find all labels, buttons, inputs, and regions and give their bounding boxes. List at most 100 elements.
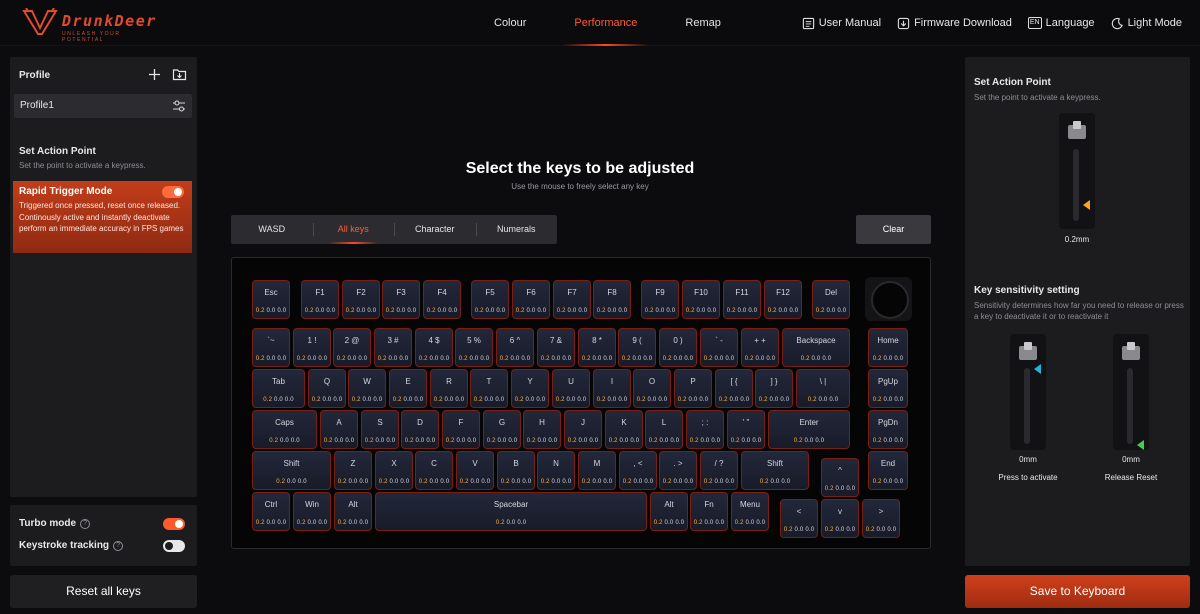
key[interactable]: Shift 0.2 0.0 0.0 bbox=[252, 451, 331, 490]
filter-wasd[interactable]: WASD bbox=[231, 215, 313, 244]
key[interactable]: O 0.2 0.0 0.0 bbox=[633, 369, 671, 408]
brand-logo[interactable]: DrunkDeer UNLEASH YOUR POTENTIAL bbox=[22, 8, 155, 43]
filter-numerals[interactable]: Numerals bbox=[475, 215, 558, 244]
press-sensitivity-track[interactable] bbox=[1024, 368, 1030, 444]
key[interactable]: Spacebar 0.2 0.0 0.0 bbox=[375, 492, 647, 531]
key[interactable]: F2 0.2 0.0 0.0 bbox=[342, 280, 380, 319]
key[interactable]: 1 ! 0.2 0.0 0.0 bbox=[293, 328, 331, 367]
release-sensitivity-track[interactable] bbox=[1127, 368, 1133, 444]
key[interactable]: F11 0.2 0.0 0.0 bbox=[723, 280, 761, 319]
key[interactable]: . > 0.2 0.0 0.0 bbox=[659, 451, 697, 490]
tab-remap[interactable]: Remap bbox=[661, 0, 744, 46]
action-point-slider[interactable] bbox=[1059, 113, 1095, 229]
clear-selection-button[interactable]: Clear bbox=[856, 215, 931, 244]
key[interactable]: Y 0.2 0.0 0.0 bbox=[511, 369, 549, 408]
key[interactable]: Home 0.2 0.0 0.0 bbox=[868, 328, 908, 367]
key[interactable]: F4 0.2 0.0 0.0 bbox=[423, 280, 461, 319]
firmware-download-link[interactable]: Firmware Download bbox=[897, 17, 1012, 30]
key[interactable]: + + 0.2 0.0 0.0 bbox=[741, 328, 779, 367]
key[interactable]: Ctrl 0.2 0.0 0.0 bbox=[252, 492, 290, 531]
language-selector[interactable]: EN Language bbox=[1027, 17, 1095, 29]
press-sensitivity-slider[interactable] bbox=[1010, 334, 1046, 450]
reset-all-keys-button[interactable]: Reset all keys bbox=[10, 575, 197, 608]
key[interactable]: F6 0.2 0.0 0.0 bbox=[512, 280, 550, 319]
user-manual-link[interactable]: User Manual bbox=[802, 17, 881, 30]
key[interactable]: F8 0.2 0.0 0.0 bbox=[593, 280, 631, 319]
import-profile-button[interactable] bbox=[172, 67, 187, 82]
rapid-trigger-card[interactable]: Rapid Trigger Mode Triggered once presse… bbox=[13, 181, 192, 253]
key[interactable]: F 0.2 0.0 0.0 bbox=[442, 410, 480, 449]
turbo-mode-toggle[interactable] bbox=[163, 518, 185, 530]
key[interactable]: F1 0.2 0.0 0.0 bbox=[301, 280, 339, 319]
volume-knob[interactable] bbox=[865, 277, 912, 321]
key[interactable]: 8 * 0.2 0.0 0.0 bbox=[578, 328, 616, 367]
action-point-marker[interactable] bbox=[1083, 200, 1090, 210]
key[interactable]: Z 0.2 0.0 0.0 bbox=[334, 451, 372, 490]
tab-performance[interactable]: Performance bbox=[550, 0, 661, 46]
release-sensitivity-marker[interactable] bbox=[1137, 440, 1144, 450]
key[interactable]: S 0.2 0.0 0.0 bbox=[361, 410, 399, 449]
key[interactable]: ] } 0.2 0.0 0.0 bbox=[755, 369, 793, 408]
theme-toggle[interactable]: Light Mode bbox=[1111, 17, 1182, 30]
key[interactable]: \ | 0.2 0.0 0.0 bbox=[796, 369, 850, 408]
rapid-trigger-toggle[interactable] bbox=[162, 186, 184, 198]
key[interactable]: F3 0.2 0.0 0.0 bbox=[382, 280, 420, 319]
key[interactable]: 6 ^ 0.2 0.0 0.0 bbox=[496, 328, 534, 367]
key[interactable]: Shift 0.2 0.0 0.0 bbox=[741, 451, 809, 490]
key[interactable]: Alt 0.2 0.0 0.0 bbox=[334, 492, 372, 531]
key[interactable]: F9 0.2 0.0 0.0 bbox=[641, 280, 679, 319]
key[interactable]: PgUp 0.2 0.0 0.0 bbox=[868, 369, 908, 408]
key[interactable]: H 0.2 0.0 0.0 bbox=[523, 410, 561, 449]
sliders-icon[interactable] bbox=[172, 99, 186, 113]
key[interactable]: Caps 0.2 0.0 0.0 bbox=[252, 410, 317, 449]
key[interactable]: A 0.2 0.0 0.0 bbox=[320, 410, 358, 449]
tab-colour[interactable]: Colour bbox=[470, 0, 550, 46]
key[interactable]: V 0.2 0.0 0.0 bbox=[456, 451, 494, 490]
press-sensitivity-marker[interactable] bbox=[1034, 364, 1041, 374]
key[interactable]: ' " 0.2 0.0 0.0 bbox=[727, 410, 765, 449]
key[interactable]: End 0.2 0.0 0.0 bbox=[868, 451, 908, 490]
key[interactable]: F5 0.2 0.0 0.0 bbox=[471, 280, 509, 319]
key[interactable]: M 0.2 0.0 0.0 bbox=[578, 451, 616, 490]
key[interactable]: Backspace 0.2 0.0 0.0 bbox=[782, 328, 850, 367]
key[interactable]: Esc 0.2 0.0 0.0 bbox=[252, 280, 290, 319]
key[interactable]: Tab 0.2 0.0 0.0 bbox=[252, 369, 305, 408]
key[interactable]: 7 & 0.2 0.0 0.0 bbox=[537, 328, 575, 367]
key[interactable]: I 0.2 0.0 0.0 bbox=[593, 369, 631, 408]
key[interactable]: [ {0.2 0.0 0.0 bbox=[715, 369, 753, 408]
key[interactable]: PgDn 0.2 0.0 0.0 bbox=[868, 410, 908, 449]
key[interactable]: R 0.2 0.0 0.0 bbox=[430, 369, 468, 408]
key[interactable]: 2 @ 0.2 0.0 0.0 bbox=[333, 328, 371, 367]
key[interactable]: W 0.2 0.0 0.0 bbox=[348, 369, 386, 408]
filter-character[interactable]: Character bbox=[394, 215, 476, 244]
key[interactable]: Del 0.2 0.0 0.0 bbox=[812, 280, 850, 319]
key[interactable]: Fn 0.2 0.0 0.0 bbox=[690, 492, 728, 531]
key[interactable]: T 0.2 0.0 0.0 bbox=[470, 369, 508, 408]
key[interactable]: L 0.2 0.0 0.0 bbox=[645, 410, 683, 449]
release-sensitivity-slider[interactable] bbox=[1113, 334, 1149, 450]
key[interactable]: ^ 0.2 0.0 0.0 bbox=[821, 458, 859, 497]
save-to-keyboard-button[interactable]: Save to Keyboard bbox=[965, 575, 1190, 608]
key[interactable]: , < 0.2 0.0 0.0 bbox=[619, 451, 657, 490]
filter-all-keys[interactable]: All keys bbox=[312, 215, 395, 244]
key[interactable]: G 0.2 0.0 0.0 bbox=[483, 410, 521, 449]
key[interactable]: Q 0.2 0.0 0.0 bbox=[308, 369, 346, 408]
key[interactable]: N 0.2 0.0 0.0 bbox=[537, 451, 575, 490]
key[interactable]: 5 % 0.2 0.0 0.0 bbox=[455, 328, 493, 367]
key[interactable]: Win 0.2 0.0 0.0 bbox=[293, 492, 331, 531]
key[interactable]: E 0.2 0.0 0.0 bbox=[389, 369, 427, 408]
action-point-track[interactable] bbox=[1073, 149, 1079, 221]
key[interactable]: D 0.2 0.0 0.0 bbox=[401, 410, 439, 449]
key[interactable]: 0 ) 0.2 0.0 0.0 bbox=[659, 328, 697, 367]
key[interactable]: F12 0.2 0.0 0.0 bbox=[764, 280, 802, 319]
key[interactable]: K 0.2 0.0 0.0 bbox=[605, 410, 643, 449]
help-icon[interactable]: ? bbox=[113, 540, 124, 551]
key[interactable]: B 0.2 0.0 0.0 bbox=[497, 451, 535, 490]
key[interactable]: ` - 0.2 0.0 0.0 bbox=[700, 328, 738, 367]
keystroke-tracking-toggle[interactable] bbox=[163, 540, 185, 552]
key[interactable]: Menu 0.2 0.0 0.0 bbox=[731, 492, 769, 531]
key[interactable]: U 0.2 0.0 0.0 bbox=[552, 369, 590, 408]
key[interactable]: `~ 0.2 0.0 0.0 bbox=[252, 328, 290, 367]
help-icon[interactable]: ? bbox=[80, 518, 91, 529]
key[interactable]: X 0.2 0.0 0.0 bbox=[375, 451, 413, 490]
